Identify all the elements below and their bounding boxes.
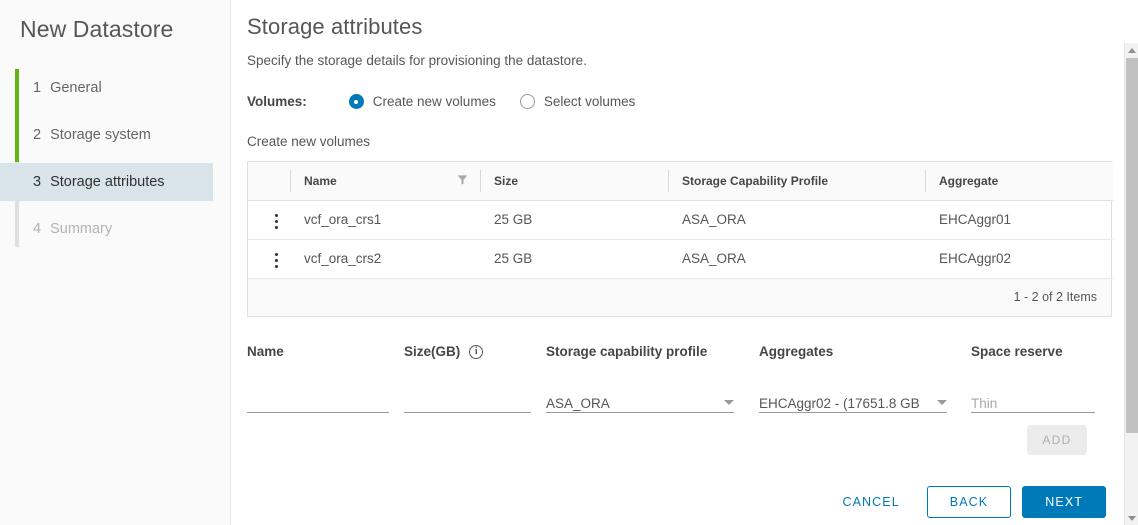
aggregates-select[interactable]: EHCAggr02 - (17651.8 GB — [759, 391, 947, 413]
field-name: Name — [247, 343, 389, 413]
sidebar-step-storage-attributes[interactable]: 3 Storage attributes — [0, 163, 213, 201]
scroll-up-arrow-icon[interactable] — [1125, 43, 1138, 57]
field-label-aggregates: Aggregates — [759, 344, 834, 359]
section-label: Create new volumes — [247, 134, 371, 149]
step-number: 4 — [33, 221, 42, 237]
size-input[interactable] — [404, 391, 531, 413]
radio-select-volumes[interactable]: Select volumes — [519, 94, 636, 109]
cancel-button[interactable]: CANCEL — [828, 486, 913, 518]
table-row[interactable]: vcf_ora_crs1 25 GB ASA_ORA EHCAggr01 — [248, 200, 1113, 240]
name-input[interactable] — [247, 391, 389, 413]
page-subtitle: Specify the storage details for provisio… — [247, 53, 587, 68]
cell-size: 25 GB — [480, 200, 668, 240]
cell-name: vcf_ora_crs1 — [290, 200, 480, 240]
main-content: Storage attributes Specify the storage d… — [231, 0, 1138, 525]
field-label-size-text: Size(GB) — [404, 344, 461, 359]
space-reserve-input[interactable]: Thin — [971, 391, 1095, 413]
cell-size: 25 GB — [480, 239, 668, 279]
column-header-name[interactable]: Name — [290, 162, 480, 201]
column-header-label: Storage Capability Profile — [682, 173, 829, 188]
storage-capability-profile-select[interactable]: ASA_ORA — [546, 391, 734, 413]
cell-storage-capability-profile: ASA_ORA — [668, 239, 925, 279]
volumes-radio-group: Volumes: Create new volumes Select volum… — [247, 94, 1138, 109]
table-row[interactable]: vcf_ora_crs2 25 GB ASA_ORA EHCAggr02 — [248, 239, 1113, 279]
field-label-name: Name — [247, 344, 284, 359]
radio-unselected-icon[interactable] — [519, 94, 535, 109]
add-button[interactable]: ADD — [1027, 424, 1087, 455]
step-label: Storage system — [50, 127, 151, 143]
wizard-footer: CANCEL BACK NEXT — [828, 486, 1106, 518]
field-aggregates: Aggregates EHCAggr02 - (17651.8 GB — [759, 343, 947, 413]
cell-aggregate: EHCAggr02 — [925, 239, 1113, 279]
field-size: Size(GB) i — [404, 343, 531, 413]
field-label-size: Size(GB) i — [404, 343, 531, 361]
step-number: 3 — [33, 174, 42, 190]
back-button[interactable]: BACK — [926, 486, 1012, 518]
field-space-reserve: Space reserve Thin — [971, 343, 1095, 413]
row-actions-cell[interactable] — [248, 239, 290, 279]
next-button[interactable]: NEXT — [1022, 486, 1106, 518]
step-number: 1 — [33, 80, 42, 96]
selected-value: EHCAggr02 - (17651.8 GB — [759, 395, 920, 411]
item-count: 1 - 2 of 2 Items — [1013, 290, 1097, 304]
radio-label: Create new volumes — [372, 94, 496, 109]
radio-label: Select volumes — [543, 94, 636, 109]
cell-aggregate: EHCAggr01 — [925, 200, 1113, 240]
field-label-storage-capability-profile: Storage capability profile — [546, 344, 708, 359]
new-volume-form: Name Size(GB) i Storage capability profi… — [247, 343, 1112, 455]
column-header-label: Size — [494, 173, 519, 188]
column-header-aggregate[interactable]: Aggregate — [925, 162, 1113, 201]
column-header-storage-capability-profile[interactable]: Storage Capability Profile — [668, 162, 925, 201]
radio-selected-icon[interactable] — [348, 94, 364, 109]
table-footer: 1 - 2 of 2 Items — [248, 278, 1111, 316]
table-header-row: Name Size Storage Capability Profile Agg… — [248, 162, 1113, 201]
field-storage-capability-profile: Storage capability profile ASA_ORA — [546, 343, 734, 413]
sidebar-step-summary: 4 Summary — [0, 210, 213, 248]
new-datastore-wizard: New Datastore 1 General 2 Storage system… — [0, 0, 1138, 525]
vertical-scrollbar[interactable] — [1124, 43, 1138, 525]
column-header-actions — [248, 162, 290, 201]
step-number: 2 — [33, 127, 42, 143]
sidebar-step-storage-system[interactable]: 2 Storage system — [0, 116, 213, 154]
radio-create-new-volumes[interactable]: Create new volumes — [348, 94, 496, 109]
wizard-steps: 1 General 2 Storage system 3 Storage att… — [0, 69, 230, 248]
wizard-title: New Datastore — [20, 16, 174, 42]
scrollbar-thumb[interactable] — [1126, 58, 1138, 433]
kebab-menu-icon[interactable] — [264, 249, 288, 273]
info-icon[interactable]: i — [469, 344, 484, 359]
column-header-label: Aggregate — [939, 173, 999, 188]
selected-value: ASA_ORA — [546, 395, 610, 411]
sidebar-step-general[interactable]: 1 General — [0, 69, 213, 107]
step-label: Storage attributes — [50, 174, 165, 190]
wizard-sidebar: New Datastore 1 General 2 Storage system… — [0, 0, 231, 525]
page-title: Storage attributes — [247, 14, 423, 39]
scroll-down-arrow-icon[interactable] — [1125, 511, 1138, 525]
field-label-space-reserve: Space reserve — [971, 344, 1063, 359]
chevron-down-icon[interactable] — [937, 399, 947, 405]
column-header-size[interactable]: Size — [480, 162, 668, 201]
column-header-label: Name — [304, 173, 337, 188]
step-label: General — [50, 80, 102, 96]
volumes-label: Volumes: — [247, 94, 307, 109]
step-label: Summary — [50, 221, 113, 237]
row-actions-cell[interactable] — [248, 200, 290, 240]
cell-name: vcf_ora_crs2 — [290, 239, 480, 279]
filter-icon[interactable] — [457, 174, 468, 188]
kebab-menu-icon[interactable] — [264, 210, 288, 234]
chevron-down-icon[interactable] — [724, 399, 734, 405]
volumes-table: Name Size Storage Capability Profile Agg… — [247, 161, 1113, 317]
cell-storage-capability-profile: ASA_ORA — [668, 200, 925, 240]
